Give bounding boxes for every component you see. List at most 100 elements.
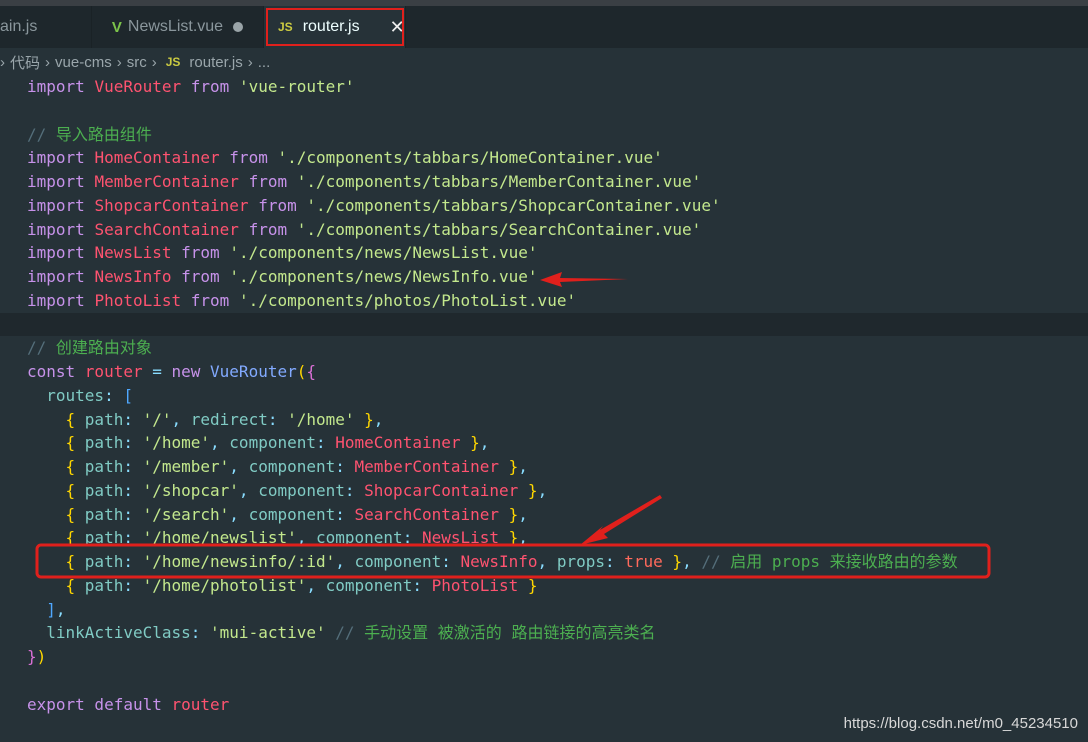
code-line[interactable]: { path: '/home/newslist', component: New… xyxy=(0,526,1088,550)
watermark: https://blog.csdn.net/m0_45234510 xyxy=(843,715,1078,732)
code-token: './components/news/NewsList.vue' xyxy=(229,243,538,263)
code-token: [ xyxy=(123,385,133,405)
code-token: import xyxy=(27,290,95,310)
code-token: , xyxy=(518,457,528,476)
code-token: : xyxy=(123,575,143,595)
code-line[interactable]: { path: '/member', component: MemberCont… xyxy=(0,455,1088,479)
code-line[interactable]: const router = new VueRouter({ xyxy=(0,360,1088,384)
code-token: { xyxy=(306,362,317,381)
code-token: path xyxy=(84,480,124,500)
code-token: props xyxy=(556,552,605,571)
breadcrumb-item[interactable]: src xyxy=(127,54,147,71)
code-token: , xyxy=(373,409,384,429)
code-token: './components/news/NewsInfo.vue' xyxy=(229,267,538,286)
code-token: './components/tabbars/SearchContainer.vu… xyxy=(296,219,702,239)
tab-newslist-vue[interactable]: V NewsList.vue xyxy=(92,6,264,48)
code-token: VueRouter xyxy=(94,77,191,96)
code-line[interactable]: { path: '/shopcar', component: ShopcarCo… xyxy=(0,479,1088,503)
code-token: PhotoList xyxy=(431,575,528,595)
code-token: new xyxy=(171,362,211,381)
code-token: import xyxy=(27,77,95,96)
code-token: } xyxy=(508,528,519,548)
code-token: 'mui-active' xyxy=(210,623,336,643)
code-token: , xyxy=(55,599,66,619)
code-line[interactable]: ], xyxy=(0,598,1088,622)
code-token: : xyxy=(412,575,432,595)
code-token: , xyxy=(171,409,191,429)
code-token: , xyxy=(306,575,326,595)
code-editor[interactable]: import VueRouter from 'vue-router' // 导入… xyxy=(0,75,1088,716)
code-token: SearchContainer xyxy=(354,504,509,524)
code-token: '/shopcar' xyxy=(142,480,239,500)
code-token: , xyxy=(229,504,249,524)
code-token: import xyxy=(27,219,95,239)
code-line[interactable]: import VueRouter from 'vue-router' xyxy=(0,75,1088,99)
code-line[interactable]: import SearchContainer from './component… xyxy=(0,218,1088,242)
code-token: '/home/newslist' xyxy=(142,528,297,548)
code-token: NewsList xyxy=(94,243,182,263)
js-icon: JS xyxy=(165,55,181,69)
code-token: } xyxy=(364,409,374,429)
code-line[interactable]: import NewsList from './components/news/… xyxy=(0,241,1088,265)
code-token: './components/tabbars/HomeContainer.vue' xyxy=(277,148,663,168)
code-token: , xyxy=(518,528,528,548)
code-line[interactable]: { path: '/search', component: SearchCont… xyxy=(0,503,1088,527)
code-line[interactable]: import NewsInfo from './components/news/… xyxy=(0,265,1088,289)
breadcrumb-item[interactable]: ... xyxy=(258,54,271,71)
code-token: { xyxy=(65,504,85,524)
code-token: import xyxy=(27,172,95,191)
code-line[interactable]: import MemberContainer from './component… xyxy=(0,170,1088,194)
code-line[interactable] xyxy=(0,312,1088,337)
code-line[interactable] xyxy=(0,99,1088,123)
code-token: : xyxy=(123,552,143,571)
tab-router-js[interactable]: JS router.js ✕ xyxy=(264,6,406,48)
breadcrumb-item[interactable]: 代码 xyxy=(10,52,40,73)
code-line[interactable]: { path: '/home', component: HomeContaine… xyxy=(0,431,1088,455)
code-token: } xyxy=(470,433,480,453)
code-line[interactable]: import HomeContainer from './components/… xyxy=(0,146,1088,170)
code-token: '/home/photolist' xyxy=(142,575,307,595)
code-line[interactable]: routes: [ xyxy=(0,384,1088,408)
code-line[interactable]: linkActiveClass: 'mui-active' // 手动设置 被激… xyxy=(0,621,1088,645)
breadcrumb-item[interactable]: vue-cms xyxy=(55,54,112,71)
code-token: path xyxy=(84,528,124,548)
code-token: from xyxy=(181,267,230,286)
code-token: { xyxy=(65,433,85,453)
code-line[interactable]: { path: '/home/photolist', component: Ph… xyxy=(0,574,1088,598)
code-token: ) xyxy=(36,647,47,666)
tab-main-js[interactable]: ain.js xyxy=(0,6,92,48)
chevron-right-icon: › xyxy=(0,53,5,71)
unsaved-dot-icon[interactable] xyxy=(233,22,244,32)
code-token: { xyxy=(65,457,85,476)
code-token: { xyxy=(65,575,85,595)
close-icon[interactable]: ✕ xyxy=(390,17,405,38)
code-line[interactable]: { path: '/home/newsinfo/:id', component:… xyxy=(0,550,1088,574)
breadcrumb-item[interactable]: router.js xyxy=(189,54,242,71)
code-token: : xyxy=(123,457,143,476)
code-token: router xyxy=(171,694,230,714)
code-token: : xyxy=(344,480,365,500)
code-token: = xyxy=(152,362,172,381)
chevron-right-icon: › xyxy=(45,53,51,71)
code-line[interactable]: // 导入路由组件 xyxy=(0,123,1088,147)
code-line[interactable]: import PhotoList from './components/phot… xyxy=(0,289,1088,313)
code-line[interactable]: import ShopcarContainer from './componen… xyxy=(0,194,1088,218)
code-token: import xyxy=(27,267,95,286)
code-line[interactable]: }) xyxy=(0,645,1088,669)
code-token: ] xyxy=(46,599,56,619)
code-line[interactable]: export default router xyxy=(0,693,1088,717)
code-token: } xyxy=(672,552,683,571)
code-line[interactable]: { path: '/', redirect: '/home' }, xyxy=(0,408,1088,432)
code-token: component xyxy=(248,504,336,524)
code-token: component xyxy=(325,575,413,595)
code-line[interactable]: // 创建路由对象 xyxy=(0,336,1088,360)
tab-label: ain.js xyxy=(0,18,38,35)
code-token: component xyxy=(258,480,345,500)
code-token: import xyxy=(27,195,95,215)
code-line[interactable] xyxy=(0,669,1088,693)
code-token: , xyxy=(229,457,249,476)
code-token: NewsList xyxy=(421,528,509,548)
code-token: '/search' xyxy=(142,504,230,524)
